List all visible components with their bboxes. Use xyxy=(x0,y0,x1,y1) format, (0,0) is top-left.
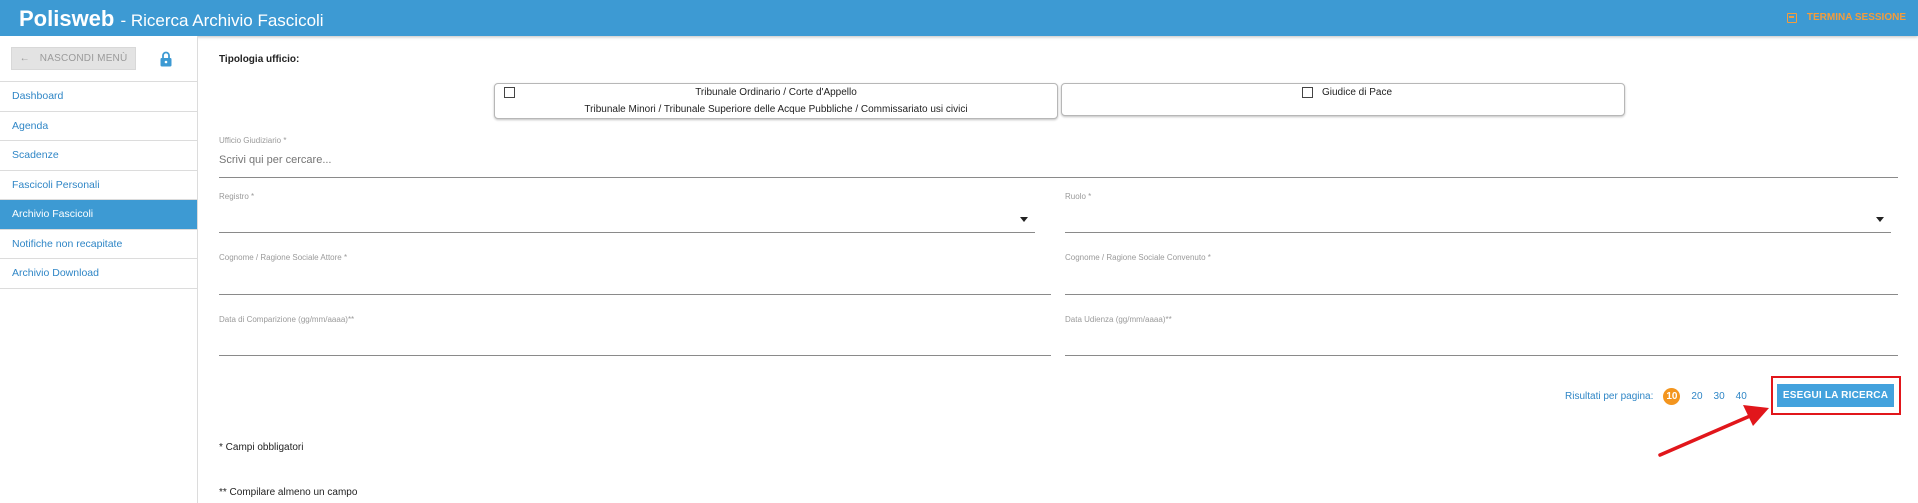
sidebar-item-label: Archivio Download xyxy=(12,267,99,280)
sidebar: ← NASCONDI MENÙ Dashboard Agenda Scadenz… xyxy=(0,36,198,503)
logout-icon xyxy=(1786,12,1797,23)
attore-input[interactable] xyxy=(219,271,1051,283)
ufficio-giudiziario-input[interactable] xyxy=(219,154,1898,166)
page-size-40[interactable]: 40 xyxy=(1736,391,1747,402)
attore-label: Cognome / Ragione Sociale Attore * xyxy=(219,253,348,262)
office-option-giudice-di-pace-label: Giudice di Pace xyxy=(1322,87,1393,98)
at-least-one-field-note: ** Compilare almeno un campo xyxy=(219,487,358,498)
office-option-tribunale-line1: Tribunale Ordinario / Corte d'Appello xyxy=(695,87,857,98)
ruolo-select[interactable]: Ruolo * xyxy=(1065,192,1891,233)
sidebar-item-notifiche-non-recapitate[interactable]: Notifiche non recapitate xyxy=(0,230,197,259)
sidebar-item-label: Archivio Fascicoli xyxy=(12,208,94,221)
lock-icon[interactable] xyxy=(160,51,172,67)
convenuto-label: Cognome / Ragione Sociale Convenuto * xyxy=(1065,253,1211,262)
convenuto-input[interactable] xyxy=(1065,271,1898,283)
app-title: Polisweb - Ricerca Archivio Fascicoli xyxy=(19,7,324,33)
ufficio-giudiziario-label: Ufficio Giudiziario * xyxy=(219,136,287,145)
data-udienza-input[interactable] xyxy=(1065,333,1898,345)
data-comparizione-label: Data di Comparizione (gg/mm/aaaa)** xyxy=(219,315,355,324)
sidebar-item-scadenze[interactable]: Scadenze xyxy=(0,141,197,171)
page-size-20[interactable]: 20 xyxy=(1691,391,1702,402)
results-per-page: Risultati per pagina: 10 20 30 40 xyxy=(1565,388,1747,405)
annotation-highlight-box xyxy=(1771,376,1901,415)
caret-down-icon xyxy=(1020,217,1028,222)
sidebar-item-archivio-fascicoli[interactable]: Archivio Fascicoli xyxy=(0,200,197,230)
office-option-giudice-di-pace[interactable]: Giudice di Pace xyxy=(1061,83,1625,116)
page-subtitle: - Ricerca Archivio Fascicoli xyxy=(120,11,324,30)
data-udienza-label: Data Udienza (gg/mm/aaaa)** xyxy=(1065,315,1172,324)
data-comparizione-field: Data di Comparizione (gg/mm/aaaa)** xyxy=(219,315,1051,356)
office-type-label: Tipologia ufficio: xyxy=(219,54,300,65)
sidebar-nav: Dashboard Agenda Scadenze Fascicoli Pers… xyxy=(0,82,197,289)
app-header: Polisweb - Ricerca Archivio Fascicoli TE… xyxy=(0,0,1918,36)
search-form: Tipologia ufficio: Tribunale Ordinario /… xyxy=(218,36,1901,503)
registro-select[interactable]: Registro * xyxy=(219,192,1035,233)
sidebar-item-archivio-download[interactable]: Archivio Download xyxy=(0,259,197,289)
sidebar-item-label: Dashboard xyxy=(12,90,64,103)
sidebar-item-label: Agenda xyxy=(12,119,49,132)
logout-button[interactable]: TERMINA SESSIONE xyxy=(1786,12,1906,23)
hide-menu-label: NASCONDI MENÙ xyxy=(39,53,128,64)
data-comparizione-input[interactable] xyxy=(219,333,1051,345)
office-option-giudice-di-pace-checkbox[interactable] xyxy=(1302,87,1313,98)
convenuto-field: Cognome / Ragione Sociale Convenuto * xyxy=(1065,253,1898,295)
results-per-page-label: Risultati per pagina: xyxy=(1565,391,1654,402)
required-fields-note: * Campi obbligatori xyxy=(219,442,304,453)
logout-label: TERMINA SESSIONE xyxy=(1806,12,1906,23)
data-udienza-field: Data Udienza (gg/mm/aaaa)** xyxy=(1065,315,1898,356)
sidebar-item-dashboard[interactable]: Dashboard xyxy=(0,82,197,112)
hide-menu-button[interactable]: ← NASCONDI MENÙ xyxy=(11,47,136,70)
sidebar-item-agenda[interactable]: Agenda xyxy=(0,112,197,141)
sidebar-item-label: Fascicoli Personali xyxy=(12,178,100,191)
sidebar-item-fascicoli-personali[interactable]: Fascicoli Personali xyxy=(0,171,197,200)
office-option-tribunale-line2: Tribunale Minori / Tribunale Superiore d… xyxy=(584,104,968,115)
sidebar-toolbar: ← NASCONDI MENÙ xyxy=(0,36,197,82)
ruolo-label: Ruolo * xyxy=(1065,192,1092,201)
caret-down-icon xyxy=(1876,217,1884,222)
brand-name: Polisweb xyxy=(19,6,115,31)
registro-label: Registro * xyxy=(219,192,255,201)
office-option-tribunale[interactable]: Tribunale Ordinario / Corte d'Appello Tr… xyxy=(494,83,1058,119)
sidebar-item-label: Notifiche non recapitate xyxy=(12,237,123,250)
arrow-left-icon: ← xyxy=(19,53,30,64)
sidebar-item-label: Scadenze xyxy=(12,149,59,162)
page-size-10[interactable]: 10 xyxy=(1663,388,1681,405)
attore-field: Cognome / Ragione Sociale Attore * xyxy=(219,253,1051,295)
ufficio-giudiziario-field: Ufficio Giudiziario * xyxy=(219,136,1898,178)
page-size-30[interactable]: 30 xyxy=(1714,391,1725,402)
